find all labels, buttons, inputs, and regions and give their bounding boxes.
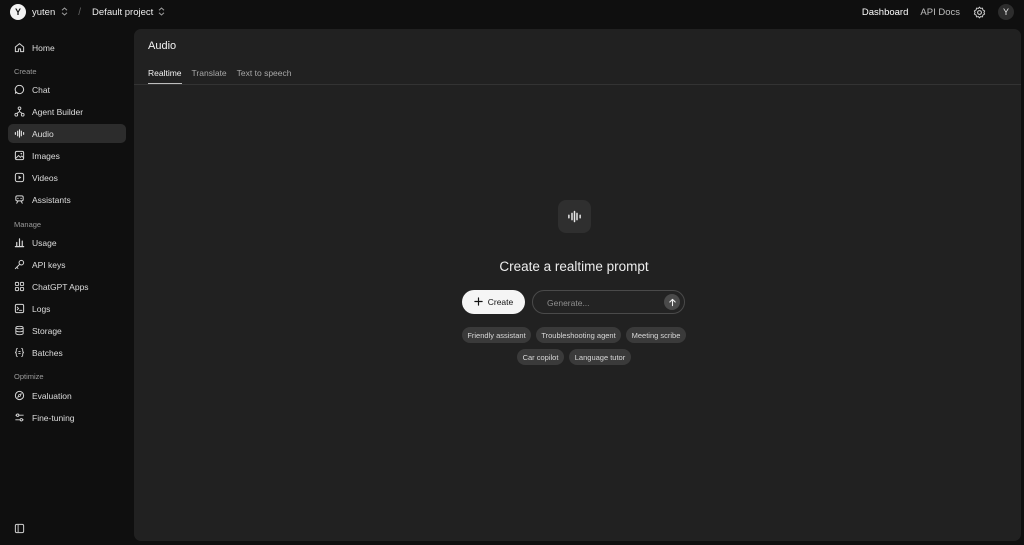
sidebar-item-label: Home xyxy=(32,42,55,53)
tabs-divider xyxy=(134,84,1021,85)
user-avatar[interactable]: Y xyxy=(998,4,1014,20)
generate-field[interactable] xyxy=(532,290,685,314)
key-icon xyxy=(14,259,25,270)
gear-icon[interactable] xyxy=(972,5,986,19)
sidebar-item-audio[interactable]: Audio xyxy=(8,124,126,143)
sidebar-item-chat[interactable]: Chat xyxy=(8,80,126,99)
audio-waveform-icon xyxy=(14,128,25,139)
sidebar-item-videos[interactable]: Videos xyxy=(8,168,126,187)
database-icon xyxy=(14,325,25,336)
create-button[interactable]: Create xyxy=(462,290,525,314)
suggestion-chip[interactable]: Language tutor xyxy=(569,349,631,365)
sidebar-item-usage[interactable]: Usage xyxy=(8,233,126,252)
sidebar-item-label: Logs xyxy=(32,303,51,314)
suggestion-chip[interactable]: Friendly assistant xyxy=(462,327,531,343)
generate-input[interactable] xyxy=(547,296,657,309)
suggestion-chip[interactable]: Meeting scribe xyxy=(626,327,686,343)
api-docs-link[interactable]: API Docs xyxy=(920,7,960,18)
page-title: Audio xyxy=(148,40,177,52)
project-name[interactable]: Default project xyxy=(92,7,153,18)
chevron-updown-icon[interactable] xyxy=(61,6,68,18)
sidebar-item-label: Fine-tuning xyxy=(32,412,75,423)
compass-icon xyxy=(14,390,25,401)
sliders-icon xyxy=(14,412,25,423)
sidebar-item-label: Chat xyxy=(32,84,50,95)
sidebar-item-label: Evaluation xyxy=(32,390,72,401)
org-avatar[interactable]: Y xyxy=(10,4,26,20)
sidebar-item-images[interactable]: Images xyxy=(8,146,126,165)
sidebar-item-chatgpt-apps[interactable]: ChatGPT Apps xyxy=(8,277,126,296)
chat-icon xyxy=(14,84,25,95)
sidebar-item-label: Usage xyxy=(32,237,57,248)
sidebar-item-api-keys[interactable]: API keys xyxy=(8,255,126,274)
sidebar-item-home[interactable]: Home xyxy=(8,38,126,57)
tab-bar: Realtime Translate Text to speech xyxy=(148,68,291,84)
assistant-icon xyxy=(14,194,25,205)
sidebar-item-fine-tuning[interactable]: Fine-tuning xyxy=(8,408,126,427)
image-icon xyxy=(14,150,25,161)
agent-builder-icon xyxy=(14,106,25,117)
terminal-icon xyxy=(14,303,25,314)
top-bar: Y yuten / Default project Dashboard API … xyxy=(0,0,1024,26)
chevron-updown-icon[interactable] xyxy=(158,6,165,18)
audio-waveform-icon xyxy=(558,200,591,233)
arrow-up-icon[interactable] xyxy=(664,294,680,310)
sidebar-item-batches[interactable]: Batches xyxy=(8,343,126,362)
sidebar-item-evaluation[interactable]: Evaluation xyxy=(8,386,126,405)
sidebar-item-label: Videos xyxy=(32,172,58,183)
sidebar-item-label: API keys xyxy=(32,259,66,270)
sidebar-item-label: ChatGPT Apps xyxy=(32,281,89,292)
create-button-label: Create xyxy=(487,297,514,307)
suggestion-chip[interactable]: Troubleshooting agent xyxy=(536,327,621,343)
sidebar-item-label: Batches xyxy=(32,347,63,358)
bar-chart-icon xyxy=(14,237,25,248)
section-label-optimize: Optimize xyxy=(14,372,44,381)
sidebar-collapse-icon[interactable] xyxy=(14,521,25,534)
sidebar-item-label: Storage xyxy=(32,325,62,336)
sidebar-item-label: Assistants xyxy=(32,194,71,205)
sidebar-item-logs[interactable]: Logs xyxy=(8,299,126,318)
breadcrumb-separator: / xyxy=(78,6,82,18)
sidebar-item-label: Audio xyxy=(32,128,54,139)
section-label-manage: Manage xyxy=(14,220,42,229)
plus-icon xyxy=(474,296,483,308)
sidebar-item-label: Agent Builder xyxy=(32,106,84,117)
sidebar-item-agent-builder[interactable]: Agent Builder xyxy=(8,102,126,121)
tab-translate[interactable]: Translate xyxy=(192,68,227,84)
org-name[interactable]: yuten xyxy=(32,7,55,18)
org-switcher[interactable]: Y yuten / Default project xyxy=(10,4,165,20)
home-icon xyxy=(14,42,25,53)
sidebar-item-assistants[interactable]: Assistants xyxy=(8,190,126,209)
empty-state-headline: Create a realtime prompt xyxy=(499,259,649,274)
tab-realtime[interactable]: Realtime xyxy=(148,68,182,84)
project-switcher[interactable]: Default project xyxy=(92,7,165,18)
dashboard-link[interactable]: Dashboard xyxy=(862,7,908,18)
main-panel: Audio Realtime Translate Text to speech … xyxy=(134,29,1021,541)
suggestion-chip[interactable]: Car copilot xyxy=(517,349,564,365)
braces-icon xyxy=(14,347,25,358)
sidebar-item-label: Images xyxy=(32,150,60,161)
tab-text-to-speech[interactable]: Text to speech xyxy=(237,68,292,84)
sidebar: Home Create Chat Agent Builder Audio Ima… xyxy=(0,30,132,545)
section-label-create: Create xyxy=(14,67,37,76)
sidebar-item-storage[interactable]: Storage xyxy=(8,321,126,340)
apps-grid-icon xyxy=(14,281,25,292)
video-icon xyxy=(14,172,25,183)
